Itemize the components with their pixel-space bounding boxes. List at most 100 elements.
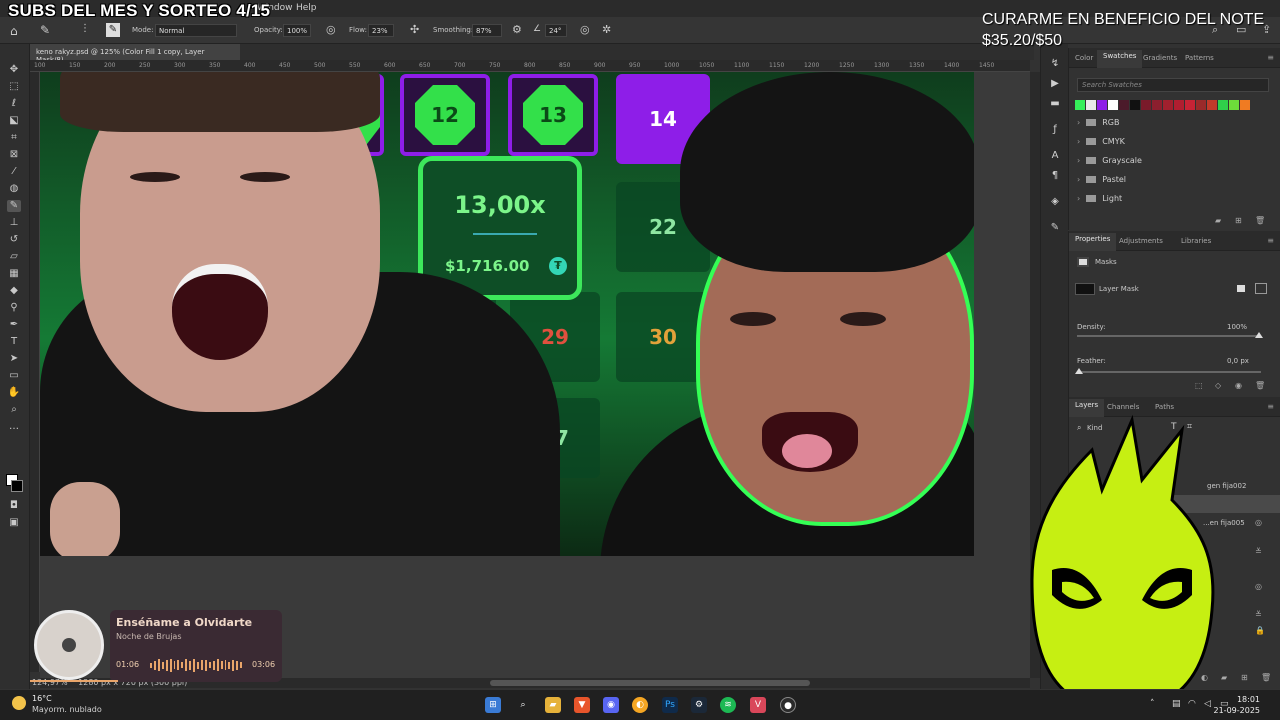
opacity-field[interactable]: 100% xyxy=(283,24,311,37)
load-selection-icon[interactable]: ⬚ xyxy=(1195,381,1203,390)
tab-gradients[interactable]: Gradients xyxy=(1143,54,1177,62)
scrollbar-thumb[interactable] xyxy=(490,680,810,686)
delete-swatch-icon[interactable]: 🗑 xyxy=(1255,216,1265,225)
gradient-tool-icon[interactable]: ▦ xyxy=(7,268,21,280)
adjustment-layer-icon[interactable]: ≚ xyxy=(1255,610,1262,619)
delete-layer-icon[interactable]: 🗑 xyxy=(1261,673,1271,682)
history-icon[interactable]: ↯ xyxy=(1049,58,1061,70)
color-swatch[interactable] xyxy=(1097,100,1107,110)
background-color-swatch[interactable] xyxy=(11,480,23,492)
color-swatch[interactable] xyxy=(1108,100,1118,110)
flow-field[interactable]: 23% xyxy=(368,24,394,37)
color-swatch[interactable] xyxy=(1163,100,1173,110)
hand-tool-icon[interactable]: ✋ xyxy=(7,387,21,399)
symmetry-icon[interactable]: ✲ xyxy=(602,23,611,36)
color-swatch[interactable] xyxy=(1130,100,1140,110)
pressure-size-icon[interactable]: ◎ xyxy=(580,23,590,36)
frame-tool-icon[interactable]: ⊠ xyxy=(7,149,21,161)
color-swatch[interactable] xyxy=(1075,100,1085,110)
network-icon[interactable]: ▤ xyxy=(1172,699,1181,709)
search-icon[interactable]: ⌕ xyxy=(515,697,531,713)
tab-libraries[interactable]: Libraries xyxy=(1181,237,1211,245)
adjustment-layer-icon[interactable]: ≚ xyxy=(1255,547,1262,556)
feather-slider-thumb[interactable] xyxy=(1075,368,1083,374)
brush-panel-icon[interactable]: ✎ xyxy=(106,23,120,37)
visibility-icon[interactable]: ◉ xyxy=(1235,381,1242,390)
layer-effects-icon[interactable]: ◎ xyxy=(1255,582,1262,591)
comments-icon[interactable]: ▬ xyxy=(1049,98,1061,110)
tray-expand-icon[interactable]: ˄ xyxy=(1150,699,1155,709)
more-tools-icon[interactable]: … xyxy=(7,421,21,433)
panel-menu-icon[interactable]: ≡ xyxy=(1267,236,1274,245)
apply-mask-icon[interactable]: ◇ xyxy=(1215,381,1221,390)
color-swatch[interactable] xyxy=(1174,100,1184,110)
tab-patterns[interactable]: Patterns xyxy=(1185,54,1214,62)
spotify-icon[interactable]: ≋ xyxy=(720,697,736,713)
new-group-icon[interactable]: ▰ xyxy=(1215,216,1221,225)
density-slider-thumb[interactable] xyxy=(1255,332,1263,338)
color-swatch[interactable] xyxy=(1207,100,1217,110)
panel-menu-icon[interactable]: ≡ xyxy=(1267,53,1274,62)
add-vector-mask-icon[interactable] xyxy=(1255,283,1267,294)
dodge-tool-icon[interactable]: ⚲ xyxy=(7,302,21,314)
feather-slider[interactable] xyxy=(1077,371,1261,373)
panel-menu-icon[interactable]: ≡ xyxy=(1267,402,1274,411)
object-select-tool-icon[interactable]: ⬕ xyxy=(7,115,21,127)
brush-settings-panel-icon[interactable]: ✎ xyxy=(1049,222,1061,234)
gear-icon[interactable]: ⚙ xyxy=(512,23,522,36)
eraser-tool-icon[interactable]: ▱ xyxy=(7,251,21,263)
move-tool-icon[interactable]: ✥ xyxy=(7,64,21,76)
tab-properties[interactable]: Properties xyxy=(1069,233,1117,251)
color-swatch[interactable] xyxy=(1240,100,1250,110)
adjustments-icon[interactable]: ƒ xyxy=(1049,124,1061,136)
swatch-folder[interactable]: › RGB xyxy=(1077,118,1119,127)
document-tab[interactable]: keno rakyz.psd @ 125% (Color Fill 1 copy… xyxy=(30,44,240,64)
marquee-tool-icon[interactable]: ⬚ xyxy=(7,81,21,93)
quick-mask-icon[interactable]: ◘ xyxy=(7,500,21,512)
history-brush-tool-icon[interactable]: ↺ xyxy=(7,234,21,246)
new-layer-icon[interactable]: ⊞ xyxy=(1241,673,1248,682)
document-canvas[interactable]: 1 12 13 14 9 22 8 29 30 37 13,00x $1,716… xyxy=(40,72,974,556)
delete-mask-icon[interactable]: 🗑 xyxy=(1255,381,1265,390)
color-swatch[interactable] xyxy=(1152,100,1162,110)
color-swatch[interactable] xyxy=(1229,100,1239,110)
steam-icon[interactable]: ⚙ xyxy=(691,697,707,713)
layer-effects-icon[interactable]: ◎ xyxy=(1255,518,1262,527)
feather-value[interactable]: 0,0 px xyxy=(1227,357,1249,365)
menu-help[interactable]: Help xyxy=(296,3,317,13)
obs-icon[interactable]: ● xyxy=(780,697,796,713)
character-icon[interactable]: A xyxy=(1049,150,1061,162)
eyedropper-tool-icon[interactable]: ⁄ xyxy=(7,166,21,178)
swatch-search-input[interactable]: Search Swatches xyxy=(1077,78,1269,92)
start-icon[interactable]: ⊞ xyxy=(485,697,501,713)
color-swatch[interactable] xyxy=(1141,100,1151,110)
smoothing-field[interactable]: 87% xyxy=(472,24,502,37)
angle-field[interactable]: 24° xyxy=(545,24,567,37)
pressure-opacity-icon[interactable]: ◎ xyxy=(326,23,336,36)
zoom-tool-icon[interactable]: ⌕ xyxy=(7,404,21,416)
crop-tool-icon[interactable]: ⌗ xyxy=(7,132,21,144)
swatch-folder[interactable]: › Grayscale xyxy=(1077,156,1142,165)
brave-icon[interactable]: ▼ xyxy=(574,697,590,713)
color-swatch[interactable] xyxy=(1185,100,1195,110)
screen-mode-icon[interactable]: ▣ xyxy=(7,517,21,529)
blender-icon[interactable]: ◐ xyxy=(632,697,648,713)
stamp-tool-icon[interactable]: ⊥ xyxy=(7,217,21,229)
file-explorer-icon[interactable]: ▰ xyxy=(545,697,561,713)
color-swatch[interactable] xyxy=(1196,100,1206,110)
layer-mask-thumbnail[interactable] xyxy=(1075,283,1095,295)
mode-select[interactable]: Normal xyxy=(155,24,237,37)
pen-tool-icon[interactable]: ✒ xyxy=(7,319,21,331)
home-icon[interactable]: ⌂ xyxy=(10,24,18,38)
valorant-icon[interactable]: V xyxy=(750,697,766,713)
tab-color[interactable]: Color xyxy=(1075,54,1093,62)
density-slider[interactable] xyxy=(1077,335,1261,337)
lasso-tool-icon[interactable]: ℓ xyxy=(7,98,21,110)
color-swatch[interactable] xyxy=(1119,100,1129,110)
airbrush-icon[interactable]: ✣ xyxy=(410,23,419,36)
color-swatch[interactable] xyxy=(1218,100,1228,110)
brush-tool-icon[interactable]: ✎ xyxy=(7,200,21,212)
select-pixel-mask-icon[interactable] xyxy=(1235,283,1247,294)
path-select-tool-icon[interactable]: ➤ xyxy=(7,353,21,365)
paragraph-icon[interactable]: ¶ xyxy=(1049,170,1061,182)
